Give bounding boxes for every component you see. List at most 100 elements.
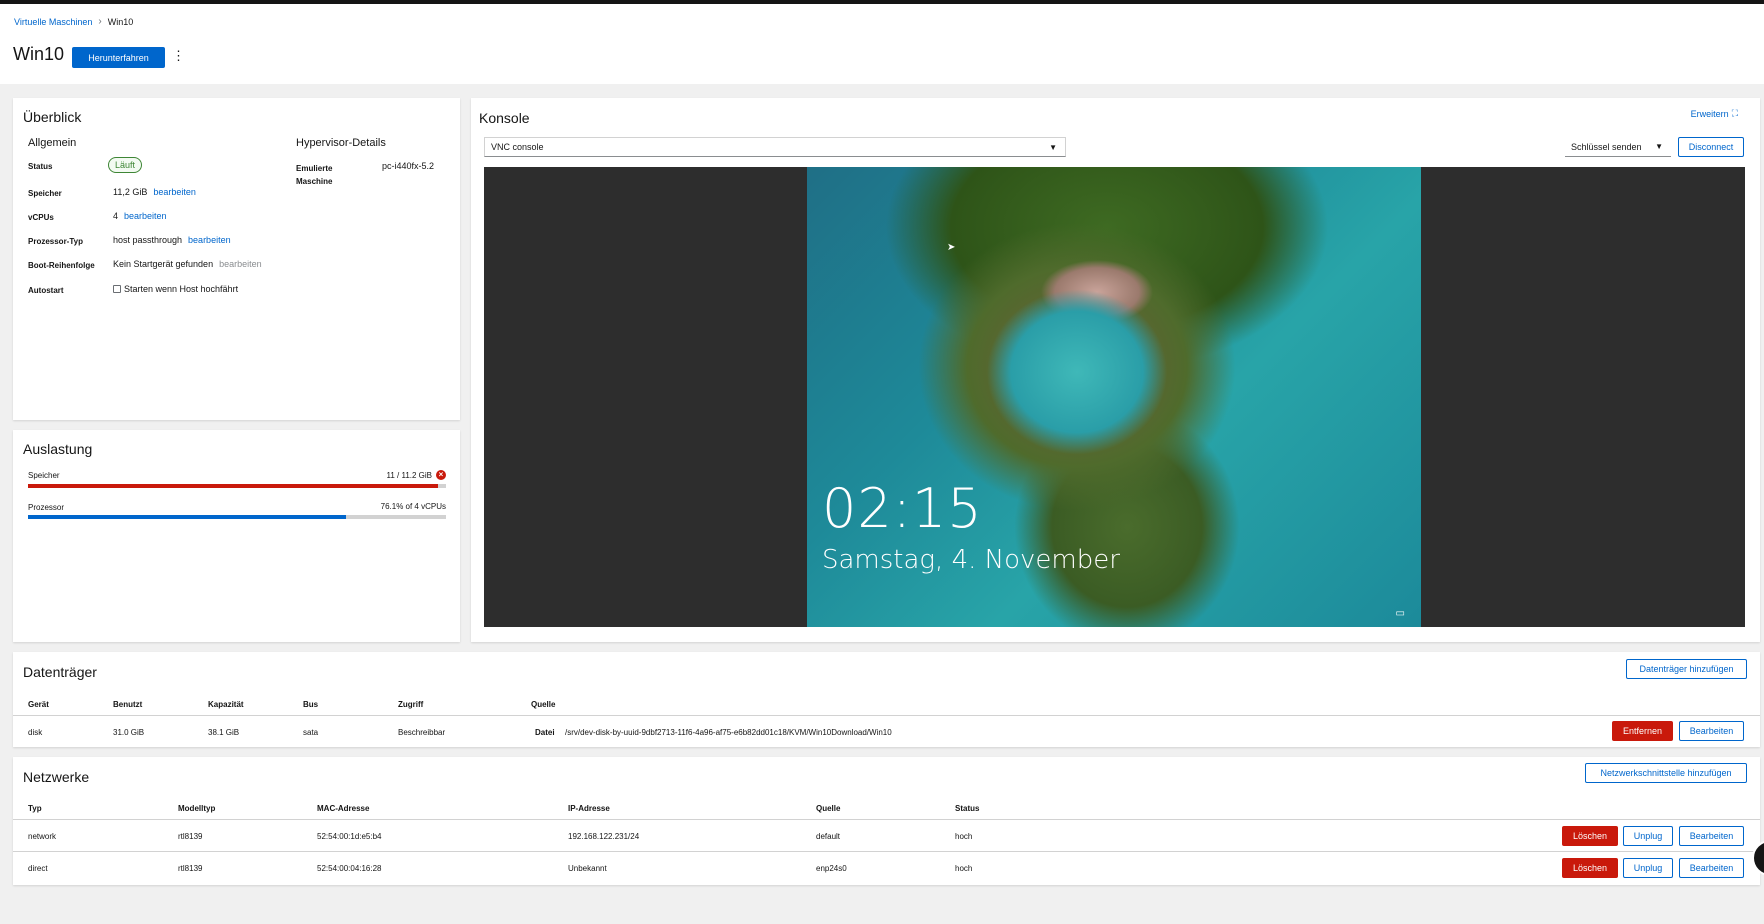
page-title: Win10 — [13, 44, 65, 64]
page-header: Virtuelle Maschinen › Win10 — [0, 4, 1764, 84]
vcpus-value: 4 — [113, 211, 119, 221]
disks-card: Datenträger Gerät Benutzt Kapazität Bus … — [13, 652, 1760, 747]
usage-memory-value-row: 11 / 11.2 GiB × — [386, 470, 446, 480]
disks-col-access: Zugriff — [398, 700, 424, 709]
lockscreen-date: Samstag, 4. November — [822, 545, 1120, 575]
boot-order-label: Boot-Reihenfolge — [28, 261, 95, 270]
net-row2-mac: 52:54:00:04:16:28 — [317, 864, 382, 873]
disk-bus: sata — [303, 728, 319, 737]
net-row1-source: default — [816, 832, 841, 841]
console-type-select[interactable]: VNC console ▼ — [484, 137, 1066, 157]
autostart-label: Autostart — [28, 286, 64, 295]
memory-label: Speicher — [28, 189, 62, 198]
net-row2-ip: Unbekannt — [568, 864, 607, 873]
net-row2-type: direct — [28, 864, 48, 873]
networks-card: Netzwerke Typ Modelltyp MAC-Adresse IP-A… — [13, 757, 1760, 885]
divider — [13, 715, 1760, 716]
net-row1-ip: 192.168.122.231/24 — [568, 832, 640, 841]
delete-network-1-button[interactable]: Löschen — [1562, 826, 1618, 846]
net-row1-status: hoch — [955, 832, 973, 841]
network-status-icon: ▭ — [1395, 608, 1405, 619]
net-row2-source: enp24s0 — [816, 864, 847, 873]
remove-disk-button[interactable]: Entfernen — [1612, 721, 1673, 741]
memory-edit-link[interactable]: bearbeiten — [153, 187, 196, 197]
mouse-cursor-icon: ➤ — [947, 242, 956, 253]
memory-usage-bar — [28, 484, 446, 488]
disks-col-used: Benutzt — [113, 700, 143, 709]
disk-capacity: 38.1 GiB — [208, 728, 240, 737]
caret-down-icon: ▼ — [1049, 143, 1057, 152]
chevron-right-icon: › — [98, 16, 102, 27]
kebab-menu-icon[interactable]: ⋮ — [172, 48, 185, 66]
disks-col-device: Gerät — [28, 700, 49, 709]
disconnect-button[interactable]: Disconnect — [1678, 137, 1744, 157]
net-col-source: Quelle — [816, 804, 841, 813]
disk-device: disk — [28, 728, 43, 737]
net-col-model: Modelltyp — [178, 804, 216, 813]
status-value: Läuft — [108, 157, 143, 173]
net-col-status: Status — [955, 804, 980, 813]
disk-source-label: Datei — [535, 728, 555, 737]
net-row1-mac: 52:54:00:1d:e5:b4 — [317, 832, 382, 841]
memory-value-row: 11,2 GiB bearbeiten — [113, 187, 196, 197]
breadcrumb-vms-link[interactable]: Virtuelle Maschinen — [14, 17, 92, 27]
delete-network-2-button[interactable]: Löschen — [1562, 858, 1618, 878]
vnc-screen-lockscreen[interactable]: ➤ 02:15 Samstag, 4. November ▭ — [807, 167, 1421, 627]
net-row2-status: hoch — [955, 864, 973, 873]
net-row2-model: rtl8139 — [178, 864, 203, 873]
net-col-mac: MAC-Adresse — [317, 804, 370, 813]
disks-title: Datenträger — [23, 664, 97, 680]
edit-disk-button[interactable]: Bearbeiten — [1679, 721, 1744, 741]
send-key-select[interactable]: Schlüssel senden ▼ — [1565, 137, 1671, 157]
usage-memory-label: Speicher — [28, 471, 60, 480]
caret-down-icon: ▼ — [1655, 142, 1663, 151]
unplug-network-1-button[interactable]: Unplug — [1623, 826, 1673, 846]
disks-col-capacity: Kapazität — [208, 700, 244, 709]
overview-title: Überblick — [23, 109, 82, 125]
net-col-type: Typ — [28, 804, 42, 813]
breadcrumb: Virtuelle Maschinen › Win10 — [14, 16, 133, 27]
lockscreen-clock: 02:15 — [822, 477, 983, 540]
disk-used: 31.0 GiB — [113, 728, 145, 737]
divider — [13, 851, 1760, 852]
expand-console-link[interactable]: Erweitern ⛶ — [1691, 108, 1738, 119]
emulated-label-line1: Emulierte — [296, 164, 333, 173]
net-col-ip: IP-Adresse — [568, 804, 610, 813]
boot-order-value: Kein Startgerät gefunden — [113, 259, 214, 269]
divider — [13, 819, 1760, 820]
emulated-label-line2: Maschine — [296, 177, 333, 186]
emulated-machine-label: Emulierte Maschine — [296, 162, 332, 188]
add-network-button[interactable]: Netzwerkschnittstelle hinzufügen — [1585, 763, 1747, 783]
error-icon: × — [436, 470, 446, 480]
disks-col-bus: Bus — [303, 700, 319, 709]
edit-network-2-button[interactable]: Bearbeiten — [1679, 858, 1744, 878]
disk-access: Beschreibbar — [398, 728, 446, 737]
add-disk-button[interactable]: Datenträger hinzufügen — [1626, 659, 1747, 679]
usage-cpu-value: 76.1% of 4 vCPUs — [380, 502, 446, 511]
autostart-row: Starten wenn Host hochfährt — [113, 284, 238, 294]
memory-usage-fill — [28, 484, 438, 488]
unplug-network-2-button[interactable]: Unplug — [1623, 858, 1673, 878]
hypervisor-heading: Hypervisor-Details — [296, 137, 386, 149]
cpu-usage-bar — [28, 515, 446, 519]
net-row1-type: network — [28, 832, 57, 841]
vcpus-edit-link[interactable]: bearbeiten — [124, 211, 167, 221]
edit-network-1-button[interactable]: Bearbeiten — [1679, 826, 1744, 846]
shutdown-button[interactable]: Herunterfahren — [72, 47, 165, 68]
status-label: Status — [28, 162, 53, 171]
autostart-text: Starten wenn Host hochfährt — [124, 284, 239, 294]
send-key-label: Schlüssel senden — [1571, 141, 1642, 152]
emulated-machine-value: pc-i440fx-5.2 — [382, 161, 435, 171]
usage-card: Auslastung Speicher 11 / 11.2 GiB × Proz… — [13, 430, 460, 642]
boot-order-edit-link: bearbeiten — [219, 259, 262, 269]
cpu-usage-fill — [28, 515, 347, 519]
overview-card: Überblick Allgemein Hypervisor-Details S… — [13, 98, 460, 420]
breadcrumb-current: Win10 — [107, 16, 134, 27]
cpu-type-value-row: host passthrough bearbeiten — [113, 235, 231, 245]
cpu-type-edit-link[interactable]: bearbeiten — [188, 235, 231, 245]
console-type-value: VNC console — [491, 142, 544, 152]
general-heading: Allgemein — [28, 137, 77, 149]
usage-cpu-label: Prozessor — [28, 503, 65, 512]
autostart-checkbox[interactable] — [113, 285, 121, 293]
usage-memory-value: 11 / 11.2 GiB — [386, 470, 432, 480]
